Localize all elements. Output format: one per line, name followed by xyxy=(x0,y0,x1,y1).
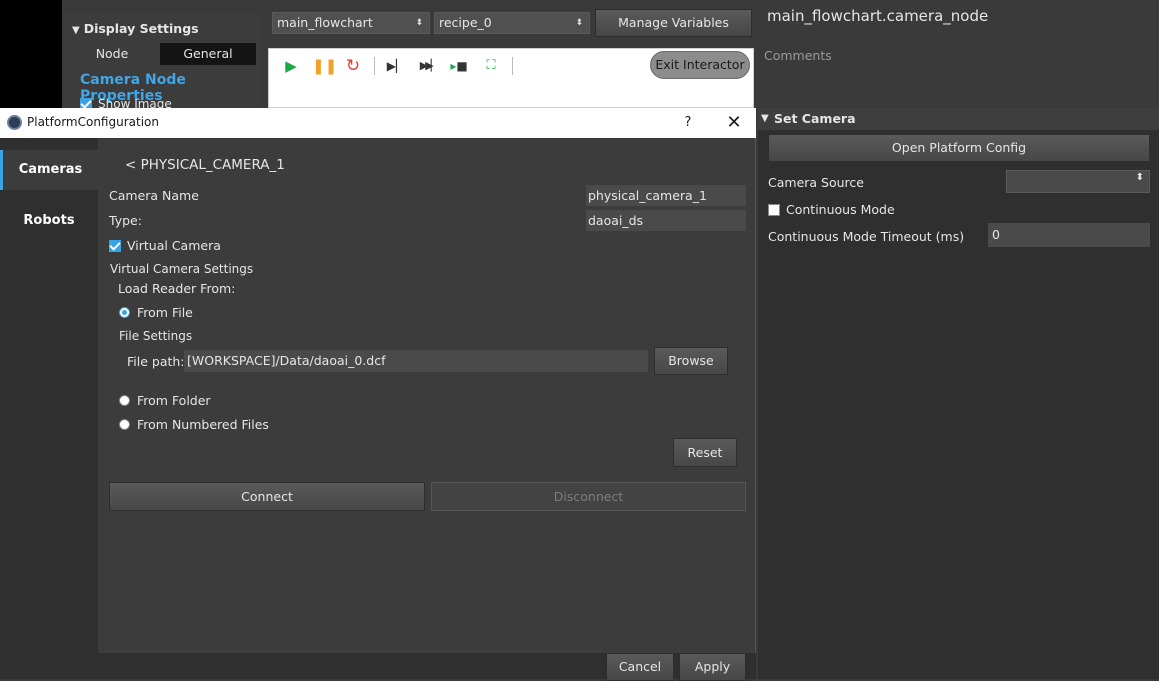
type-input[interactable]: daoai_ds xyxy=(586,210,746,231)
dialog-sidebar: Cameras Robots xyxy=(0,138,98,679)
step-icon[interactable]: ▶▏ xyxy=(386,57,406,75)
tab-node[interactable]: Node xyxy=(64,43,160,65)
collapse-arrow-icon: ▼ xyxy=(72,25,80,36)
connect-button[interactable]: Connect xyxy=(109,482,425,511)
cancel-button[interactable]: Cancel xyxy=(606,653,674,681)
from-file-radio[interactable]: From File xyxy=(119,305,193,320)
browse-button[interactable]: Browse xyxy=(654,347,728,375)
camera-settings-content: < PHYSICAL_CAMERA_1 Camera Name physical… xyxy=(98,138,756,681)
continuous-mode-checkbox[interactable]: Continuous Mode xyxy=(768,202,895,217)
checkbox-checked-icon xyxy=(109,240,121,252)
back-link[interactable]: < PHYSICAL_CAMERA_1 xyxy=(125,157,285,173)
reset-button[interactable]: Reset xyxy=(673,438,737,467)
camera-source-label: Camera Source xyxy=(768,175,864,190)
background-area xyxy=(0,0,62,108)
updown-caret-icon: ⬍ xyxy=(1135,172,1144,183)
file-path-input[interactable]: [WORKSPACE]/Data/daoai_0.dcf xyxy=(184,350,648,372)
radio-unselected-icon xyxy=(119,395,130,406)
virtual-camera-settings-label: Virtual Camera Settings xyxy=(110,262,254,276)
display-settings-title[interactable]: ▼ Display Settings xyxy=(72,21,199,36)
disconnect-button: Disconnect xyxy=(431,482,746,511)
set-camera-panel: Set Camera Open Platform Config Camera S… xyxy=(758,108,1159,679)
virtual-camera-checkbox[interactable]: Virtual Camera xyxy=(109,238,221,253)
open-platform-config-button[interactable]: Open Platform Config xyxy=(768,134,1150,162)
camera-name-label: Camera Name xyxy=(109,188,199,203)
file-path-label: File path: xyxy=(127,354,185,369)
dialog-titlebar[interactable]: PlatformConfiguration ? ✕ xyxy=(0,108,756,138)
from-numbered-files-radio[interactable]: From Numbered Files xyxy=(119,417,269,432)
from-folder-radio[interactable]: From Folder xyxy=(119,393,211,408)
run-toolbar: ▶ ❚❚ ↻ ▶▏ ▶▶▏ ▸■ ⛶ Exit Interactor xyxy=(268,48,754,108)
close-icon[interactable]: ✕ xyxy=(722,111,746,135)
timeout-input[interactable]: 0 xyxy=(988,223,1150,247)
play-icon[interactable]: ▶ xyxy=(281,57,301,75)
app-icon xyxy=(7,115,22,130)
updown-caret-icon: ⬍ xyxy=(575,18,583,28)
toolbar-divider xyxy=(512,57,513,75)
help-button[interactable]: ? xyxy=(678,113,698,133)
reload-icon[interactable]: ↻ xyxy=(343,57,363,75)
type-label: Type: xyxy=(109,213,142,228)
tab-general[interactable]: General xyxy=(160,43,256,65)
fast-forward-icon[interactable]: ▶▶▏ xyxy=(418,57,439,75)
file-settings-label: File Settings xyxy=(119,329,193,343)
sidebar-item-robots[interactable]: Robots xyxy=(0,201,98,241)
pause-icon[interactable]: ❚❚ xyxy=(312,57,337,75)
apply-button[interactable]: Apply xyxy=(679,653,746,681)
dialog-button-bar: Cancel Apply xyxy=(98,653,756,681)
node-title: main_flowchart.camera_node xyxy=(767,7,989,25)
manage-variables-button[interactable]: Manage Variables xyxy=(595,9,752,37)
updown-caret-icon: ⬍ xyxy=(415,18,423,28)
camera-name-input[interactable]: physical_camera_1 xyxy=(586,185,746,206)
radio-selected-icon xyxy=(119,307,130,318)
sidebar-item-cameras[interactable]: Cameras xyxy=(0,150,98,190)
dialog-title: PlatformConfiguration xyxy=(27,115,159,129)
set-camera-header[interactable]: Set Camera xyxy=(758,108,1159,130)
exit-interactor-button[interactable]: Exit Interactor xyxy=(650,51,750,79)
load-reader-label: Load Reader From: xyxy=(118,281,236,296)
flowchart-icon[interactable]: ⛶ xyxy=(481,57,501,75)
display-settings-panel: ▼ Display Settings Node General Camera No… xyxy=(62,14,260,111)
radio-unselected-icon xyxy=(119,419,130,430)
platform-configuration-dialog: PlatformConfiguration ? ✕ Cameras Robots… xyxy=(0,108,756,681)
camera-source-select[interactable]: ⬍ xyxy=(1006,170,1150,193)
flowchart-select[interactable]: main_flowchart ⬍ xyxy=(272,12,430,34)
recipe-select[interactable]: recipe_0 ⬍ xyxy=(434,12,590,34)
checkbox-unchecked-icon xyxy=(768,204,780,216)
toolbar-divider xyxy=(374,57,375,75)
timeout-label: Continuous Mode Timeout (ms) xyxy=(768,229,965,244)
comments-field[interactable]: Comments xyxy=(764,48,832,63)
run-to-icon[interactable]: ▸■ xyxy=(449,57,469,75)
